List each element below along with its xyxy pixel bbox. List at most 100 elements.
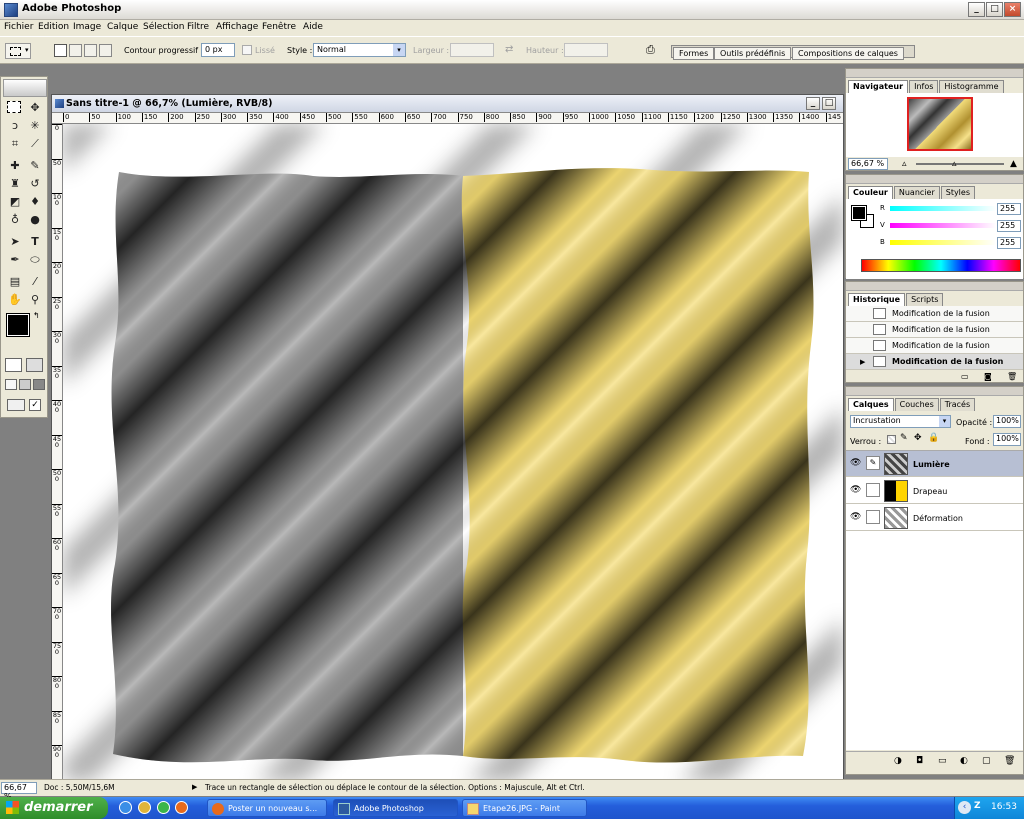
history-brush-icon[interactable]: ↺ <box>27 176 43 191</box>
taskbar-item-photoshop[interactable]: Adobe Photoshop <box>333 799 458 817</box>
lock-all-icon[interactable]: 🔒 <box>928 433 939 443</box>
maximize-button[interactable]: □ <box>986 2 1003 17</box>
tab-compositions-calques[interactable]: Compositions de calques <box>792 47 904 60</box>
zoom-icon[interactable]: ⚲ <box>27 292 43 307</box>
hand-icon[interactable]: ✋ <box>7 292 23 307</box>
new-layer-icon[interactable]: ▢ <box>982 756 991 766</box>
taskbar-item-paint[interactable]: Etape26.JPG - Paint <box>462 799 587 817</box>
lock-paint-icon[interactable]: ✎ <box>900 433 908 443</box>
navigator-zoom-input[interactable]: 66,67 % <box>848 158 888 170</box>
eye-icon[interactable]: 👁 <box>850 512 861 523</box>
feather-input[interactable]: 0 px <box>201 43 235 57</box>
type-tool-icon[interactable]: T <box>27 234 43 249</box>
channel-v-input[interactable]: 255 <box>997 220 1021 232</box>
ellipse-shape-icon[interactable]: ⬭ <box>27 252 43 267</box>
navigator-zoom-slider[interactable] <box>916 163 1004 165</box>
add-selection-icon[interactable] <box>69 44 82 57</box>
screen-mode-full-icon[interactable] <box>33 379 45 390</box>
menu-selection[interactable]: Sélection <box>143 22 184 32</box>
brush-link-icon[interactable]: ✎ <box>866 456 880 470</box>
layer-style-icon[interactable]: ◑ <box>894 756 902 766</box>
status-arrow-icon[interactable]: ▶ <box>192 783 197 791</box>
panel-foreground-swatch[interactable] <box>851 205 867 221</box>
tab-historique[interactable]: Historique <box>848 293 906 306</box>
eye-icon[interactable]: 👁 <box>850 458 861 469</box>
panel-grip[interactable] <box>846 282 1023 291</box>
tab-formes[interactable]: Formes <box>673 47 715 60</box>
opacity-input[interactable]: 100% <box>993 415 1021 428</box>
zoom-slider-handle-icon[interactable]: ▵ <box>952 159 957 169</box>
menu-edition[interactable]: Edition <box>38 22 69 32</box>
healing-brush-icon[interactable]: ✚ <box>7 158 23 173</box>
taskbar-item-firefox[interactable]: Poster un nouveau s... <box>207 799 327 817</box>
width-input[interactable] <box>450 43 494 57</box>
menu-fenetre[interactable]: Fenêtre <box>262 22 296 32</box>
minimize-button[interactable]: _ <box>968 2 985 17</box>
tab-infos[interactable]: Infos <box>909 80 939 93</box>
tab-scripts[interactable]: Scripts <box>906 293 944 306</box>
tab-couleur[interactable]: Couleur <box>848 186 893 199</box>
close-button[interactable]: × <box>1004 2 1021 17</box>
new-snapshot-icon[interactable]: ◙ <box>984 372 992 381</box>
firefox-quicklaunch-icon[interactable] <box>175 801 188 814</box>
color-ramp[interactable] <box>861 259 1021 272</box>
brush-icon[interactable]: ✎ <box>27 158 43 173</box>
channel-b-slider[interactable] <box>890 240 996 245</box>
image-canvas[interactable] <box>63 124 843 782</box>
antialias-checkbox[interactable] <box>242 45 252 55</box>
layer-mask-icon[interactable]: ◘ <box>916 756 923 766</box>
feather-logo-icon[interactable] <box>3 79 47 97</box>
tool-preset-picker[interactable]: ▾ <box>5 43 31 59</box>
crop-icon[interactable]: ⌗ <box>7 136 23 151</box>
screen-mode-standard-icon[interactable] <box>5 379 17 390</box>
foreground-color-swatch[interactable] <box>6 313 30 337</box>
fill-input[interactable]: 100% <box>993 433 1021 446</box>
clock[interactable]: 16:53 <box>991 802 1017 812</box>
desktop-quicklaunch-icon[interactable] <box>157 801 170 814</box>
panel-grip[interactable] <box>846 175 1023 184</box>
tab-histogramme[interactable]: Histogramme <box>939 80 1004 93</box>
lock-move-icon[interactable]: ✥ <box>914 433 922 443</box>
eraser-icon[interactable]: ◩ <box>7 194 23 209</box>
trash-icon[interactable]: 🗑 <box>1007 372 1017 381</box>
menu-affichage[interactable]: Affichage <box>216 22 258 32</box>
clone-stamp-icon[interactable]: ♜ <box>7 176 23 191</box>
blend-mode-select[interactable]: Incrustation ▾ <box>850 415 951 428</box>
panel-grip[interactable] <box>846 387 1023 396</box>
status-zoom-input[interactable]: 66,67 % <box>1 782 37 801</box>
tab-styles[interactable]: Styles <box>940 186 975 199</box>
eyedropper-icon[interactable]: ⁄ <box>27 274 43 289</box>
pen-icon[interactable]: ✒ <box>7 252 23 267</box>
swap-colors-icon[interactable]: ↰ <box>33 311 40 320</box>
media-quicklaunch-icon[interactable] <box>138 801 151 814</box>
paint-bucket-icon[interactable]: ♦ <box>27 194 43 209</box>
history-item[interactable]: Modification de la fusion <box>846 306 1023 322</box>
notes-icon[interactable]: ▤ <box>7 274 23 289</box>
swap-dimensions-icon[interactable]: ⇄ <box>505 44 513 55</box>
history-item-current[interactable]: ▶ Modification de la fusion <box>846 354 1023 370</box>
layer-link-slot[interactable] <box>866 483 880 497</box>
layer-row-lumiere[interactable]: 👁 ✎ Lumière <box>846 451 1023 477</box>
trash-icon[interactable]: 🗑 <box>1004 756 1015 766</box>
tab-nuancier[interactable]: Nuancier <box>893 186 940 199</box>
panel-grip[interactable] <box>846 69 1023 78</box>
new-document-from-state-icon[interactable]: ▭ <box>961 372 969 381</box>
dodge-icon[interactable]: ● <box>27 212 43 227</box>
rectangular-marquee-icon[interactable] <box>7 101 21 113</box>
new-set-icon[interactable]: ▭ <box>938 756 947 766</box>
palette-well-icon[interactable]: ⎙ <box>646 43 662 57</box>
tray-back-icon[interactable]: ‹ <box>958 801 971 814</box>
lasso-icon[interactable]: ↄ <box>7 118 23 133</box>
move-tool-icon[interactable]: ✥ <box>27 100 43 115</box>
channel-v-slider[interactable] <box>890 223 996 228</box>
menu-aide[interactable]: Aide <box>303 22 323 32</box>
style-select[interactable]: Normal ▾ <box>313 43 406 57</box>
tray-language-indicator[interactable]: Z <box>974 801 981 811</box>
path-selection-icon[interactable]: ➤ <box>7 234 23 249</box>
slice-icon[interactable]: ⟋ <box>27 136 43 151</box>
history-item[interactable]: Modification de la fusion <box>846 322 1023 338</box>
checkbox-icon[interactable]: ✓ <box>29 399 41 411</box>
tab-navigateur[interactable]: Navigateur <box>848 80 909 93</box>
tab-couches[interactable]: Couches <box>894 398 939 411</box>
channel-r-input[interactable]: 255 <box>997 203 1021 215</box>
